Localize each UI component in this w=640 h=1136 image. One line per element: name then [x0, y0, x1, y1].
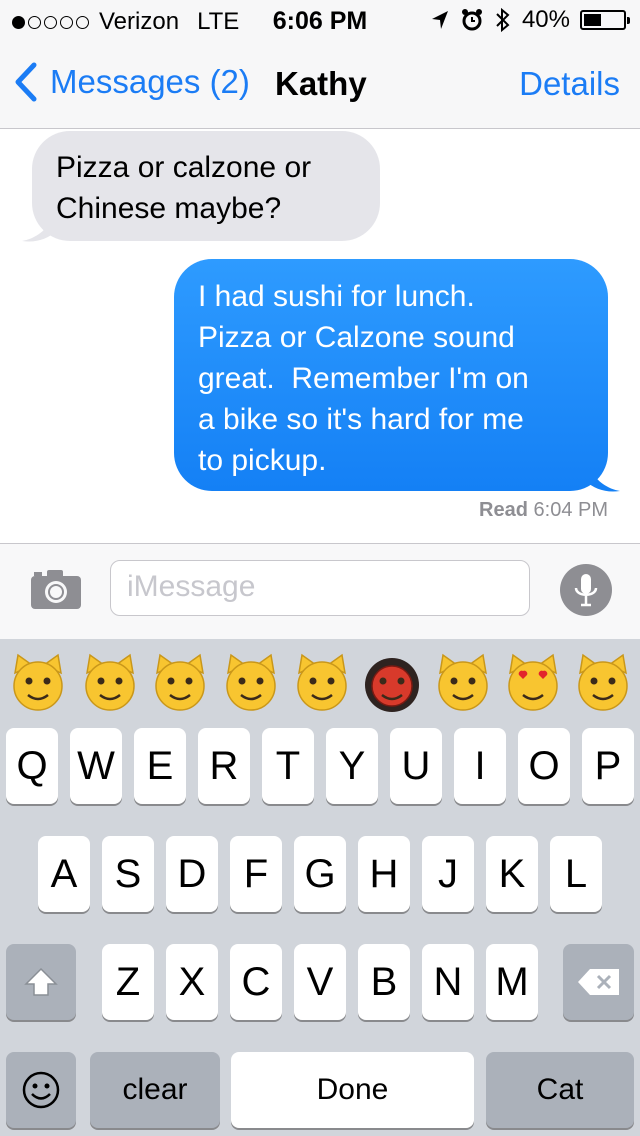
- read-receipt-label: Read: [479, 499, 528, 521]
- key-q[interactable]: Q: [6, 728, 58, 804]
- battery-percent: 40%: [521, 6, 570, 33]
- key-e[interactable]: E: [134, 728, 186, 804]
- shift-key[interactable]: [6, 944, 76, 1020]
- location-arrow-icon: [431, 11, 448, 29]
- message-line: Pizza or calzone or: [56, 151, 312, 184]
- pouting-cat-emoji-icon[interactable]: [292, 653, 352, 713]
- microphone-button[interactable]: [560, 564, 612, 616]
- backspace-icon: [577, 969, 619, 995]
- done-key[interactable]: Done: [231, 1052, 474, 1128]
- key-s[interactable]: S: [102, 836, 154, 912]
- message-line: a bike so it's hard for me: [198, 403, 524, 436]
- key-k[interactable]: K: [486, 836, 538, 912]
- clear-key[interactable]: clear: [90, 1052, 220, 1128]
- key-t[interactable]: T: [262, 728, 314, 804]
- weary-cat-emoji-icon[interactable]: [80, 653, 140, 713]
- key-w[interactable]: W: [70, 728, 122, 804]
- navigation-bar: Messages (2) Kathy Details: [0, 40, 640, 128]
- microphone-icon: [574, 574, 598, 607]
- smiley-face-icon: [22, 1071, 60, 1109]
- key-f[interactable]: F: [230, 836, 282, 912]
- message-line: to pickup.: [198, 444, 327, 477]
- heart-eyes-cat-emoji-icon[interactable]: [503, 653, 563, 713]
- key-r[interactable]: R: [198, 728, 250, 804]
- outgoing-message-bubble[interactable]: I had sushi for lunch. Pizza or Calzone …: [174, 259, 608, 491]
- key-h[interactable]: H: [358, 836, 410, 912]
- key-p[interactable]: P: [582, 728, 634, 804]
- key-l[interactable]: L: [550, 836, 602, 912]
- message-line: Chinese maybe?: [56, 192, 282, 225]
- ogre-mask-emoji-icon[interactable]: [362, 653, 422, 713]
- message-line: Pizza or Calzone sound: [198, 321, 515, 354]
- shift-arrow-icon: [24, 967, 58, 996]
- camera-icon[interactable]: [30, 568, 82, 610]
- status-bar: Verizon LTE 6:06 PM 40%: [0, 0, 640, 40]
- key-g[interactable]: G: [294, 836, 346, 912]
- cat-tears-of-joy-emoji-icon[interactable]: [221, 653, 281, 713]
- conversation[interactable]: Pizza or calzone or Chinese maybe? I had…: [0, 129, 640, 543]
- imessage-input[interactable]: iMessage: [110, 560, 530, 616]
- details-button[interactable]: Details: [519, 65, 620, 103]
- status-indicators: 40%: [430, 6, 630, 34]
- back-label: Messages (2): [50, 63, 250, 100]
- key-x[interactable]: X: [166, 944, 218, 1020]
- key-a[interactable]: A: [38, 836, 90, 912]
- emoji-suggestion-bar: [0, 649, 640, 725]
- message-input-bar: iMessage: [0, 543, 640, 639]
- battery-icon: [580, 10, 630, 30]
- chevron-left-icon: [15, 62, 37, 102]
- key-n[interactable]: N: [422, 944, 474, 1020]
- back-button[interactable]: Messages (2): [14, 62, 250, 102]
- keyboard: Q W E R T Y U I O P A S D F G H J K L Z X C V B N Mclear Done Cat: [0, 639, 640, 1136]
- incoming-message-bubble[interactable]: Pizza or calzone or Chinese maybe?: [32, 131, 380, 241]
- key-d[interactable]: D: [166, 836, 218, 912]
- key-m[interactable]: M: [486, 944, 538, 1020]
- key-c[interactable]: C: [230, 944, 282, 1020]
- message-line: I had sushi for lunch.: [198, 280, 475, 313]
- message-line: great. Remember I'm on: [198, 362, 529, 395]
- key-z[interactable]: Z: [102, 944, 154, 1020]
- read-receipt-time: 6:04 PM: [533, 499, 608, 521]
- cat-key[interactable]: Cat: [486, 1052, 634, 1128]
- alarm-clock-icon: [461, 9, 482, 31]
- key-u[interactable]: U: [390, 728, 442, 804]
- kissing-cat-emoji-icon[interactable]: [573, 653, 633, 713]
- conversation-title: Kathy: [275, 65, 367, 102]
- key-j[interactable]: J: [422, 836, 474, 912]
- delete-key[interactable]: [563, 944, 634, 1020]
- smirking-cat-emoji-icon[interactable]: [8, 653, 68, 713]
- emoji-keyboard-key[interactable]: [6, 1052, 76, 1128]
- key-i[interactable]: I: [454, 728, 506, 804]
- key-y[interactable]: Y: [326, 728, 378, 804]
- bluetooth-icon: [496, 7, 510, 33]
- key-v[interactable]: V: [294, 944, 346, 1020]
- top-bar: Verizon LTE 6:06 PM 40% Messages (2) Kat…: [0, 0, 640, 129]
- grinning-cat-emoji-icon[interactable]: [433, 653, 493, 713]
- key-b[interactable]: B: [358, 944, 410, 1020]
- key-o[interactable]: O: [518, 728, 570, 804]
- battery-fill: [584, 14, 601, 26]
- crying-cat-emoji-icon[interactable]: [150, 653, 210, 713]
- read-receipt: Read 6:04 PM: [479, 499, 608, 522]
